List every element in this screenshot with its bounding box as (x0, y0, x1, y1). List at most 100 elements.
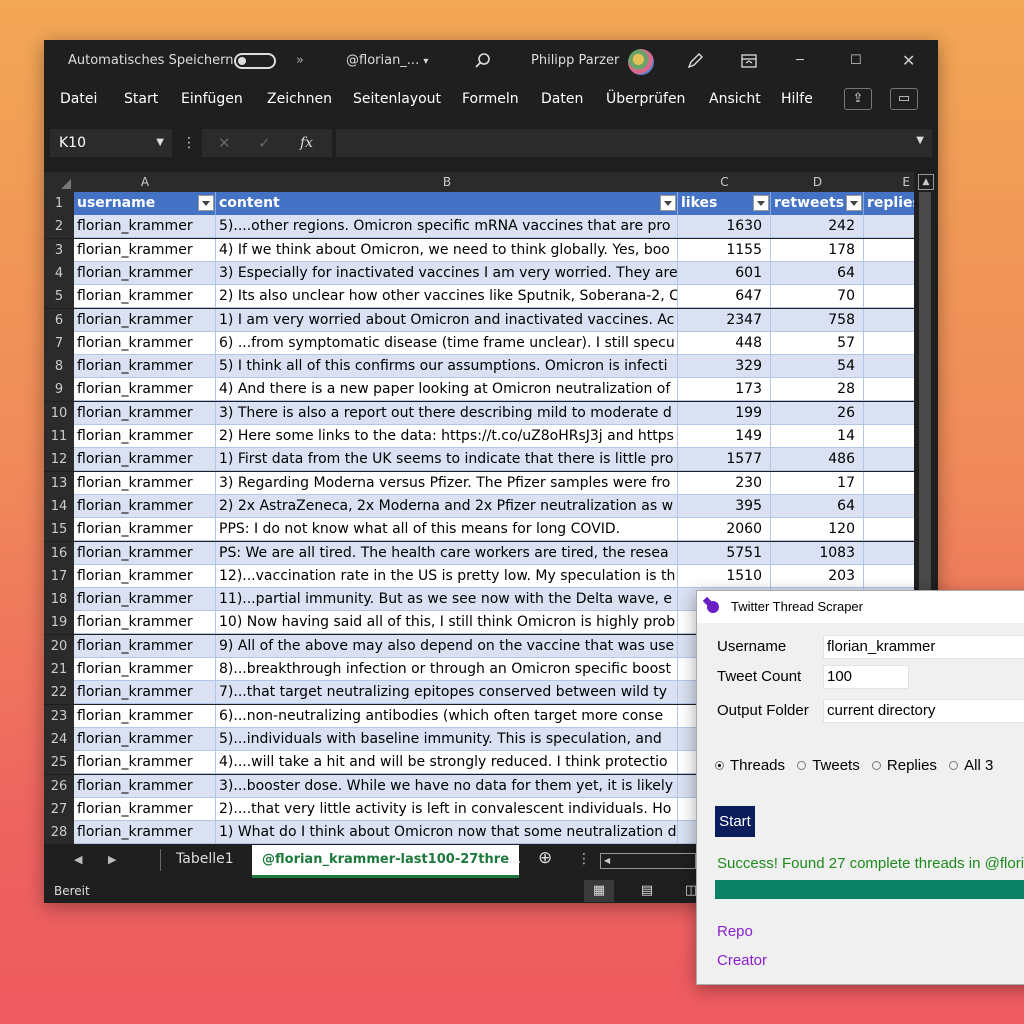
cell-content[interactable]: 3) Regarding Moderna versus Pfizer. The … (216, 471, 678, 495)
cell-username[interactable]: florian_krammer (74, 308, 216, 332)
cell-username[interactable]: florian_krammer (74, 261, 216, 285)
cell-content[interactable]: 6) ...from symptomatic disease (time fra… (216, 331, 678, 355)
scroll-thumb[interactable] (919, 192, 931, 612)
cell-retweets[interactable]: 64 (771, 261, 864, 285)
cell-username[interactable]: florian_krammer (74, 518, 216, 542)
cell-retweets[interactable]: 178 (771, 238, 864, 262)
menu-start[interactable]: Start (124, 82, 158, 116)
cell-likes[interactable]: 1155 (678, 238, 771, 262)
cell-content[interactable]: 9) All of the above may also depend on t… (216, 634, 678, 658)
cell-username[interactable]: florian_krammer (74, 355, 216, 379)
cell-replies[interactable] (864, 238, 914, 262)
header-cell-username[interactable]: username (74, 192, 216, 215)
row-header[interactable]: 16 (44, 541, 74, 565)
cell-content[interactable]: 3) Especially for inactivated vaccines I… (216, 261, 678, 285)
cell-replies[interactable] (864, 425, 914, 448)
cell-replies[interactable] (864, 518, 914, 542)
column-header-b[interactable]: B (216, 172, 678, 192)
row-header[interactable]: 18 (44, 588, 74, 612)
cell-username[interactable]: florian_krammer (74, 704, 216, 728)
prev-sheet-icon[interactable]: ◀ (74, 853, 82, 866)
cell-replies[interactable] (864, 541, 914, 565)
close-icon[interactable]: ✕ (902, 40, 915, 82)
row-header[interactable]: 17 (44, 564, 74, 588)
cell-content[interactable]: 3)...booster dose. While we have no data… (216, 774, 678, 798)
header-cell-content[interactable]: content (216, 192, 678, 215)
cell-content[interactable]: 1) First data from the UK seems to indic… (216, 448, 678, 472)
cell-username[interactable]: florian_krammer (74, 471, 216, 495)
row-header[interactable]: 15 (44, 518, 74, 542)
column-header-e[interactable]: E (864, 172, 914, 192)
cell-username[interactable]: florian_krammer (74, 401, 216, 425)
cell-username[interactable]: florian_krammer (74, 378, 216, 402)
filter-dropdown-icon[interactable] (660, 195, 676, 211)
avatar[interactable] (628, 49, 654, 75)
autosave-toggle[interactable] (234, 53, 276, 69)
cell-retweets[interactable]: 120 (771, 518, 864, 542)
more-options-icon[interactable]: ⋮ (182, 134, 196, 152)
cell-replies[interactable] (864, 401, 914, 425)
cell-retweets[interactable]: 70 (771, 285, 864, 309)
cell-likes[interactable]: 230 (678, 471, 771, 495)
cell-username[interactable]: florian_krammer (74, 425, 216, 448)
row-header[interactable]: 7 (44, 331, 74, 355)
cell-content[interactable]: 1) I am very worried about Omicron and i… (216, 308, 678, 332)
header-cell-likes[interactable]: likes (678, 192, 771, 215)
cell-retweets[interactable]: 14 (771, 425, 864, 448)
cell-likes[interactable]: 601 (678, 261, 771, 285)
cell-replies[interactable] (864, 215, 914, 239)
cell-content[interactable]: 12)...vaccination rate in the US is pret… (216, 564, 678, 588)
share-icon[interactable]: ⇪ (844, 88, 872, 110)
cell-username[interactable]: florian_krammer (74, 588, 216, 612)
menu-daten[interactable]: Daten (541, 82, 583, 116)
menu-ueberpruefen[interactable]: Überprüfen (606, 82, 685, 116)
row-header[interactable]: 12 (44, 448, 74, 472)
row-header[interactable]: 6 (44, 308, 74, 332)
filter-dropdown-icon[interactable] (198, 195, 214, 211)
row-header[interactable]: 24 (44, 727, 74, 751)
cell-likes[interactable]: 5751 (678, 541, 771, 565)
comments-icon[interactable]: ▭ (890, 88, 918, 110)
cell-username[interactable]: florian_krammer (74, 494, 216, 518)
maximize-icon[interactable]: ☐ (850, 40, 862, 82)
row-header[interactable]: 5 (44, 285, 74, 309)
radio-all[interactable]: All 3 (949, 757, 993, 774)
cell-username[interactable]: florian_krammer (74, 751, 216, 775)
column-header-a[interactable]: A (74, 172, 216, 192)
row-header[interactable]: 11 (44, 425, 74, 448)
cell-likes[interactable]: 199 (678, 401, 771, 425)
row-header[interactable]: 2 (44, 215, 74, 239)
menu-hilfe[interactable]: Hilfe (781, 82, 813, 116)
cell-username[interactable]: florian_krammer (74, 821, 216, 845)
tweet-count-input[interactable]: 100 (823, 665, 909, 689)
cell-replies[interactable] (864, 285, 914, 309)
cell-username[interactable]: florian_krammer (74, 681, 216, 705)
cell-content[interactable]: 2) Here some links to the data: https://… (216, 425, 678, 448)
header-cell-replies[interactable]: replies (864, 192, 914, 215)
menu-seitenlayout[interactable]: Seitenlayout (353, 82, 441, 116)
cell-likes[interactable]: 448 (678, 331, 771, 355)
row-header[interactable]: 27 (44, 797, 74, 821)
cell-content[interactable]: PS: We are all tired. The health care wo… (216, 541, 678, 565)
formula-input[interactable]: ▼ (336, 129, 932, 157)
cell-content[interactable]: 8)...breakthrough infection or through a… (216, 658, 678, 681)
cell-content[interactable]: PPS: I do not know what all of this mean… (216, 518, 678, 542)
cell-likes[interactable]: 329 (678, 355, 771, 379)
cell-likes[interactable]: 2347 (678, 308, 771, 332)
cell-retweets[interactable]: 54 (771, 355, 864, 379)
row-header[interactable]: 9 (44, 378, 74, 402)
menu-einfuegen[interactable]: Einfügen (181, 82, 243, 116)
row-header[interactable]: 8 (44, 355, 74, 379)
cell-replies[interactable] (864, 308, 914, 332)
cell-replies[interactable] (864, 378, 914, 402)
cell-content[interactable]: 4)....will take a hit and will be strong… (216, 751, 678, 775)
cell-username[interactable]: florian_krammer (74, 658, 216, 681)
radio-tweets[interactable]: Tweets (797, 757, 860, 774)
cell-likes[interactable]: 149 (678, 425, 771, 448)
menu-formeln[interactable]: Formeln (462, 82, 519, 116)
search-icon[interactable] (474, 40, 492, 82)
cell-replies[interactable] (864, 564, 914, 588)
normal-view-icon[interactable]: ▦ (584, 880, 614, 902)
cell-likes[interactable]: 1577 (678, 448, 771, 472)
column-header-d[interactable]: D (771, 172, 864, 192)
